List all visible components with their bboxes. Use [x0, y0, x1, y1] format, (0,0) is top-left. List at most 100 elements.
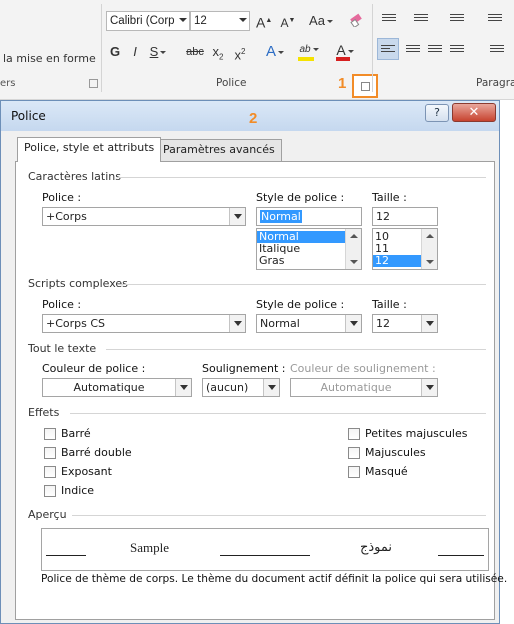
hidden-checkbox[interactable] [348, 466, 360, 478]
font-color-value: Automatique [73, 381, 145, 394]
tab-label: Paramètres avancés [163, 143, 275, 156]
subscript-mark: 2 [219, 52, 224, 62]
complex-style-value: Normal [260, 317, 300, 330]
ribbon-left-group-footer: ers [0, 78, 16, 89]
preview-rule [438, 555, 484, 556]
grow-font-up-icon: ▲ [265, 17, 273, 24]
ribbon-left-group-text[interactable]: la mise en forme [3, 52, 96, 65]
dialog-launcher-icon [361, 82, 370, 91]
italic-button[interactable]: I [130, 42, 140, 62]
callout-number-2: 2 [249, 110, 258, 127]
tab-advanced-settings[interactable]: Paramètres avancés [156, 139, 282, 161]
dialog-titlebar[interactable]: Police 2 ? ✕ [1, 101, 499, 131]
section-complex-scripts: Scripts complexes [28, 277, 128, 290]
scroll-up-icon[interactable] [350, 234, 358, 238]
underline-label: Soulignement : [202, 362, 286, 375]
left-group-launcher-icon[interactable] [89, 79, 98, 88]
superscript-checkbox[interactable] [44, 466, 56, 478]
section-divider [70, 413, 486, 414]
preview-rule [220, 555, 310, 556]
latin-size-label: Taille : [372, 191, 407, 204]
latin-size-input[interactable]: 12 [372, 207, 438, 226]
clear-formatting-button[interactable] [346, 11, 366, 31]
superscript-label[interactable]: Exposant [61, 465, 112, 478]
superscript-button[interactable]: x2 [232, 42, 248, 62]
chevron-down-icon [312, 47, 319, 51]
line-spacing-icon[interactable] [490, 45, 504, 54]
all-caps-label[interactable]: Majuscules [365, 446, 426, 459]
font-color-label: A [336, 42, 346, 58]
underline-button[interactable]: S [147, 42, 169, 62]
subscript-label[interactable]: Indice [61, 484, 94, 497]
align-left-icon [381, 45, 395, 54]
complex-style-select[interactable]: Normal [256, 314, 362, 333]
chevron-down-icon [421, 379, 437, 396]
scroll-down-icon[interactable] [350, 260, 358, 264]
chevron-down-icon [175, 379, 191, 396]
font-color-select[interactable]: Automatique [42, 378, 192, 397]
font-name-combo[interactable]: Calibri (Corp [106, 11, 190, 31]
latin-style-list[interactable]: Normal Italique Gras [256, 228, 362, 270]
section-divider [120, 284, 486, 285]
justify-icon[interactable] [450, 45, 464, 54]
document-area [500, 100, 514, 624]
highlight-label: ab [299, 44, 311, 55]
complex-font-select[interactable]: +Corps CS [42, 314, 246, 333]
change-case-button[interactable]: Aa [306, 11, 336, 31]
hidden-label[interactable]: Masqué [365, 465, 408, 478]
scroll-down-icon[interactable] [426, 260, 434, 264]
complex-size-value: 12 [376, 317, 390, 330]
small-caps-checkbox[interactable] [348, 428, 360, 440]
align-center-icon[interactable] [406, 45, 420, 54]
underline-value: (aucun) [206, 381, 249, 394]
all-caps-checkbox[interactable] [348, 447, 360, 459]
double-strikethrough-label[interactable]: Barré double [61, 446, 132, 459]
highlight-button[interactable]: ab [294, 40, 324, 61]
complex-size-select[interactable]: 12 [372, 314, 438, 333]
text-effects-button[interactable]: A [262, 42, 288, 62]
preview-description: Police de thème de corps. Le thème du do… [41, 573, 508, 585]
subscript-checkbox[interactable] [44, 485, 56, 497]
section-latin: Caractères latins [28, 170, 121, 183]
help-button[interactable]: ? [425, 104, 449, 122]
underline-select[interactable]: (aucun) [202, 378, 280, 397]
chevron-down-icon [179, 18, 187, 22]
grow-font-label: A [256, 14, 266, 31]
bullets-list-icon[interactable] [382, 14, 396, 23]
strikethrough-button[interactable]: abc [184, 42, 206, 62]
font-dialog-launcher[interactable] [352, 74, 378, 98]
scrollbar[interactable] [421, 229, 437, 269]
ribbon-separator [372, 4, 373, 92]
tab-font-style-attributes[interactable]: Police, style et attributs [17, 137, 162, 162]
latin-style-input[interactable]: Normal [256, 207, 362, 226]
grow-font-button[interactable]: A▲ [256, 11, 272, 31]
font-color-button[interactable]: A [332, 40, 358, 61]
close-button[interactable]: ✕ [452, 103, 496, 122]
shrink-font-down-icon: ▼ [288, 17, 296, 24]
strikethrough-checkbox[interactable] [44, 428, 56, 440]
text-effects-label: A [265, 43, 276, 60]
small-caps-label[interactable]: Petites majuscules [365, 427, 467, 440]
font-size-combo[interactable]: 12 [190, 11, 250, 31]
subscript-button[interactable]: x2 [210, 42, 226, 62]
complex-style-label: Style de police : [256, 298, 345, 311]
shrink-font-button[interactable]: A▼ [280, 11, 296, 31]
align-right-icon[interactable] [428, 45, 442, 54]
latin-font-value: +Corps [46, 210, 87, 223]
list-item[interactable]: 12 [373, 255, 421, 267]
strikethrough-label[interactable]: Barré [61, 427, 91, 440]
chevron-down-icon [229, 315, 245, 332]
superscript-mark: 2 [241, 47, 246, 56]
scroll-up-icon[interactable] [426, 234, 434, 238]
latin-size-list[interactable]: 10 11 12 [372, 228, 438, 270]
decrease-indent-icon[interactable] [488, 14, 502, 23]
numbered-list-icon[interactable] [414, 14, 428, 23]
latin-font-select[interactable]: +Corps [42, 207, 246, 226]
double-strikethrough-checkbox[interactable] [44, 447, 56, 459]
scrollbar[interactable] [345, 229, 361, 269]
section-divider [118, 177, 486, 178]
latin-style-label: Style de police : [256, 191, 345, 204]
multilevel-list-icon[interactable] [450, 14, 464, 23]
bold-button[interactable]: G [108, 42, 122, 62]
font-color-label: Couleur de police : [42, 362, 146, 375]
